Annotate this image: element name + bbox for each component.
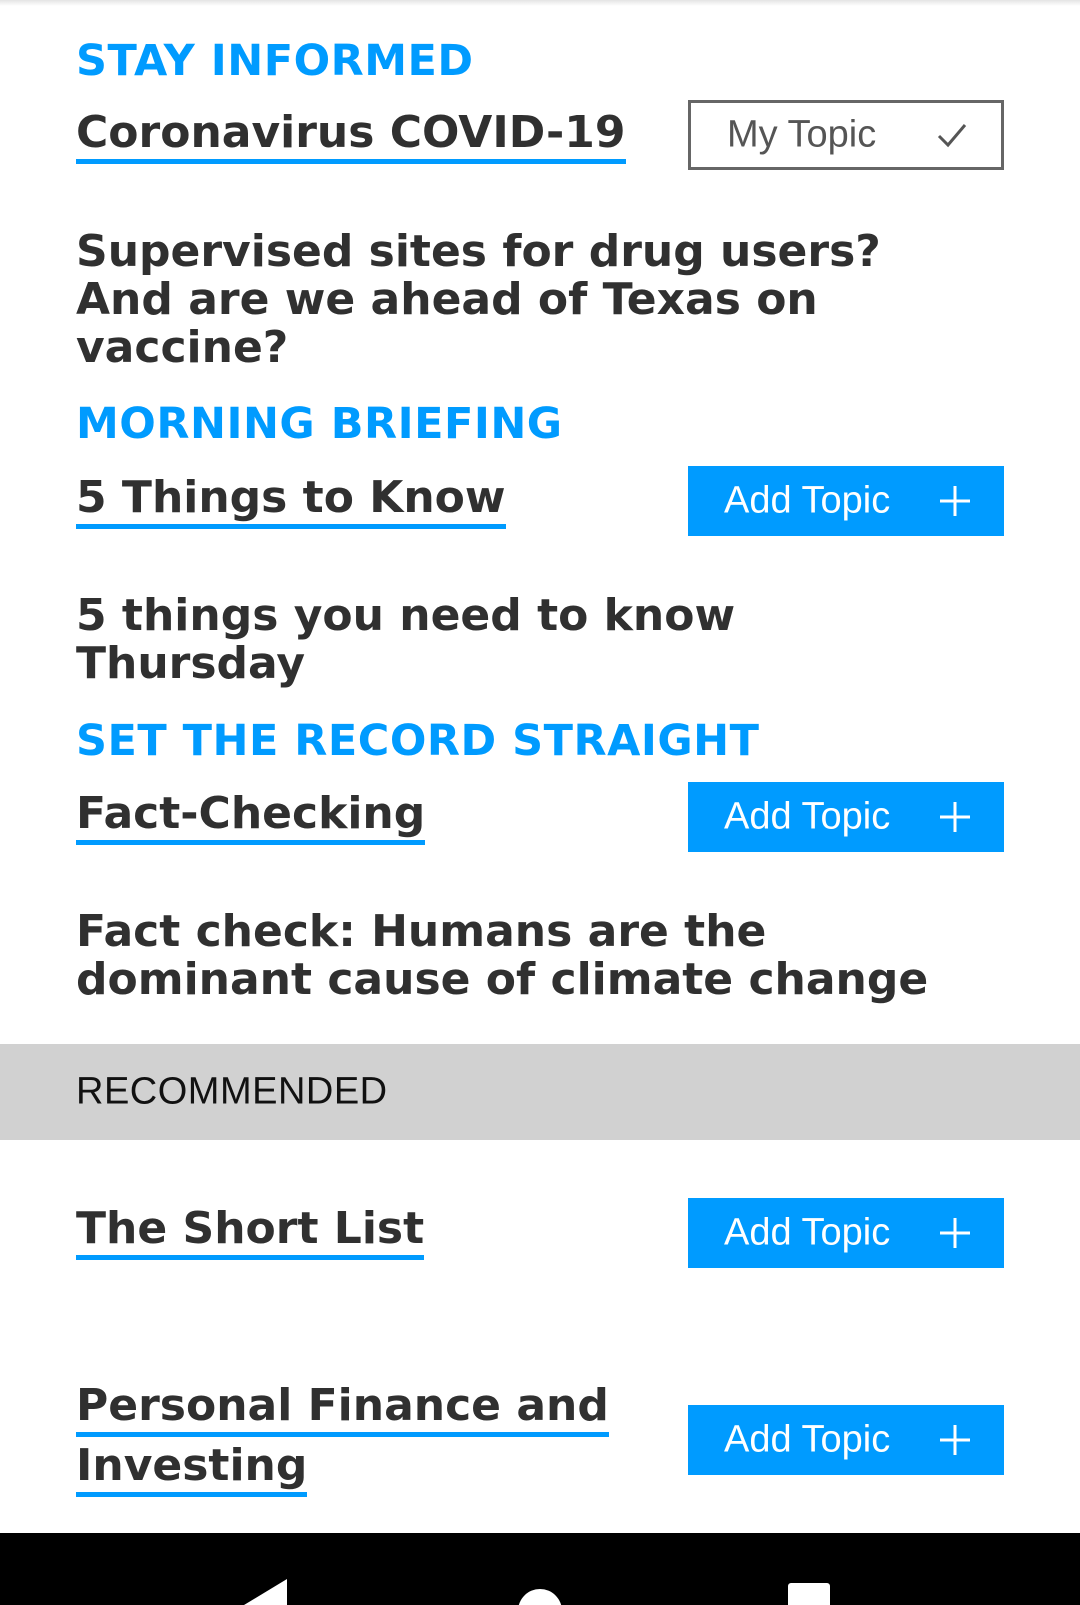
section-kicker-stay-informed: STAY INFORMED bbox=[76, 36, 474, 86]
topic-title-text: Investing bbox=[76, 1440, 308, 1497]
add-topic-button[interactable]: Add Topic bbox=[688, 466, 1004, 536]
topic-title-personal-finance[interactable]: Personal Finance and bbox=[76, 1377, 609, 1437]
headline-link[interactable]: Fact check: Humans are the dominant caus… bbox=[76, 908, 976, 1004]
top-shadow bbox=[0, 0, 1080, 6]
home-icon bbox=[518, 1589, 562, 1605]
topic-title-text: The Short List bbox=[76, 1203, 425, 1260]
section-kicker-morning-briefing: MORNING BRIEFING bbox=[76, 399, 563, 449]
plus-icon bbox=[940, 1218, 970, 1248]
topic-title-text: Coronavirus COVID-19 bbox=[76, 107, 626, 164]
system-navigation-bar bbox=[0, 1533, 1080, 1605]
recents-icon bbox=[788, 1583, 830, 1605]
topic-title-fact-checking[interactable]: Fact-Checking bbox=[76, 785, 426, 845]
check-icon bbox=[937, 124, 967, 148]
topic-title-text: Fact-Checking bbox=[76, 788, 426, 845]
topic-title-5-things[interactable]: 5 Things to Know bbox=[76, 469, 506, 529]
nav-icons bbox=[244, 1579, 830, 1605]
my-topic-button[interactable]: My Topic bbox=[688, 100, 1004, 170]
plus-icon bbox=[940, 486, 970, 516]
add-topic-label: Add Topic bbox=[724, 479, 891, 522]
add-topic-label: Add Topic bbox=[724, 1418, 891, 1461]
topic-title-text: 5 Things to Know bbox=[76, 472, 506, 529]
back-icon bbox=[244, 1579, 287, 1605]
headline-link[interactable]: Supervised sites for drug users? And are… bbox=[76, 228, 976, 372]
section-kicker-set-the-record-straight: SET THE RECORD STRAIGHT bbox=[76, 716, 760, 766]
add-topic-button[interactable]: Add Topic bbox=[688, 782, 1004, 852]
recommended-header: RECOMMENDED bbox=[0, 1044, 1080, 1140]
topic-title-personal-finance[interactable]: Investing bbox=[76, 1437, 308, 1497]
plus-icon bbox=[940, 1425, 970, 1455]
add-topic-button[interactable]: Add Topic bbox=[688, 1405, 1004, 1475]
topic-title-text: Personal Finance and bbox=[76, 1380, 609, 1437]
plus-icon bbox=[940, 802, 970, 832]
topic-title-short-list[interactable]: The Short List bbox=[76, 1200, 425, 1260]
add-topic-label: Add Topic bbox=[724, 1211, 891, 1254]
recommended-label: RECOMMENDED bbox=[76, 1070, 388, 1113]
headline-link[interactable]: 5 things you need to know Thursday bbox=[76, 592, 976, 688]
topic-title-coronavirus[interactable]: Coronavirus COVID-19 bbox=[76, 104, 626, 164]
add-topic-label: Add Topic bbox=[724, 795, 891, 838]
my-topic-label: My Topic bbox=[727, 113, 877, 156]
add-topic-button[interactable]: Add Topic bbox=[688, 1198, 1004, 1268]
